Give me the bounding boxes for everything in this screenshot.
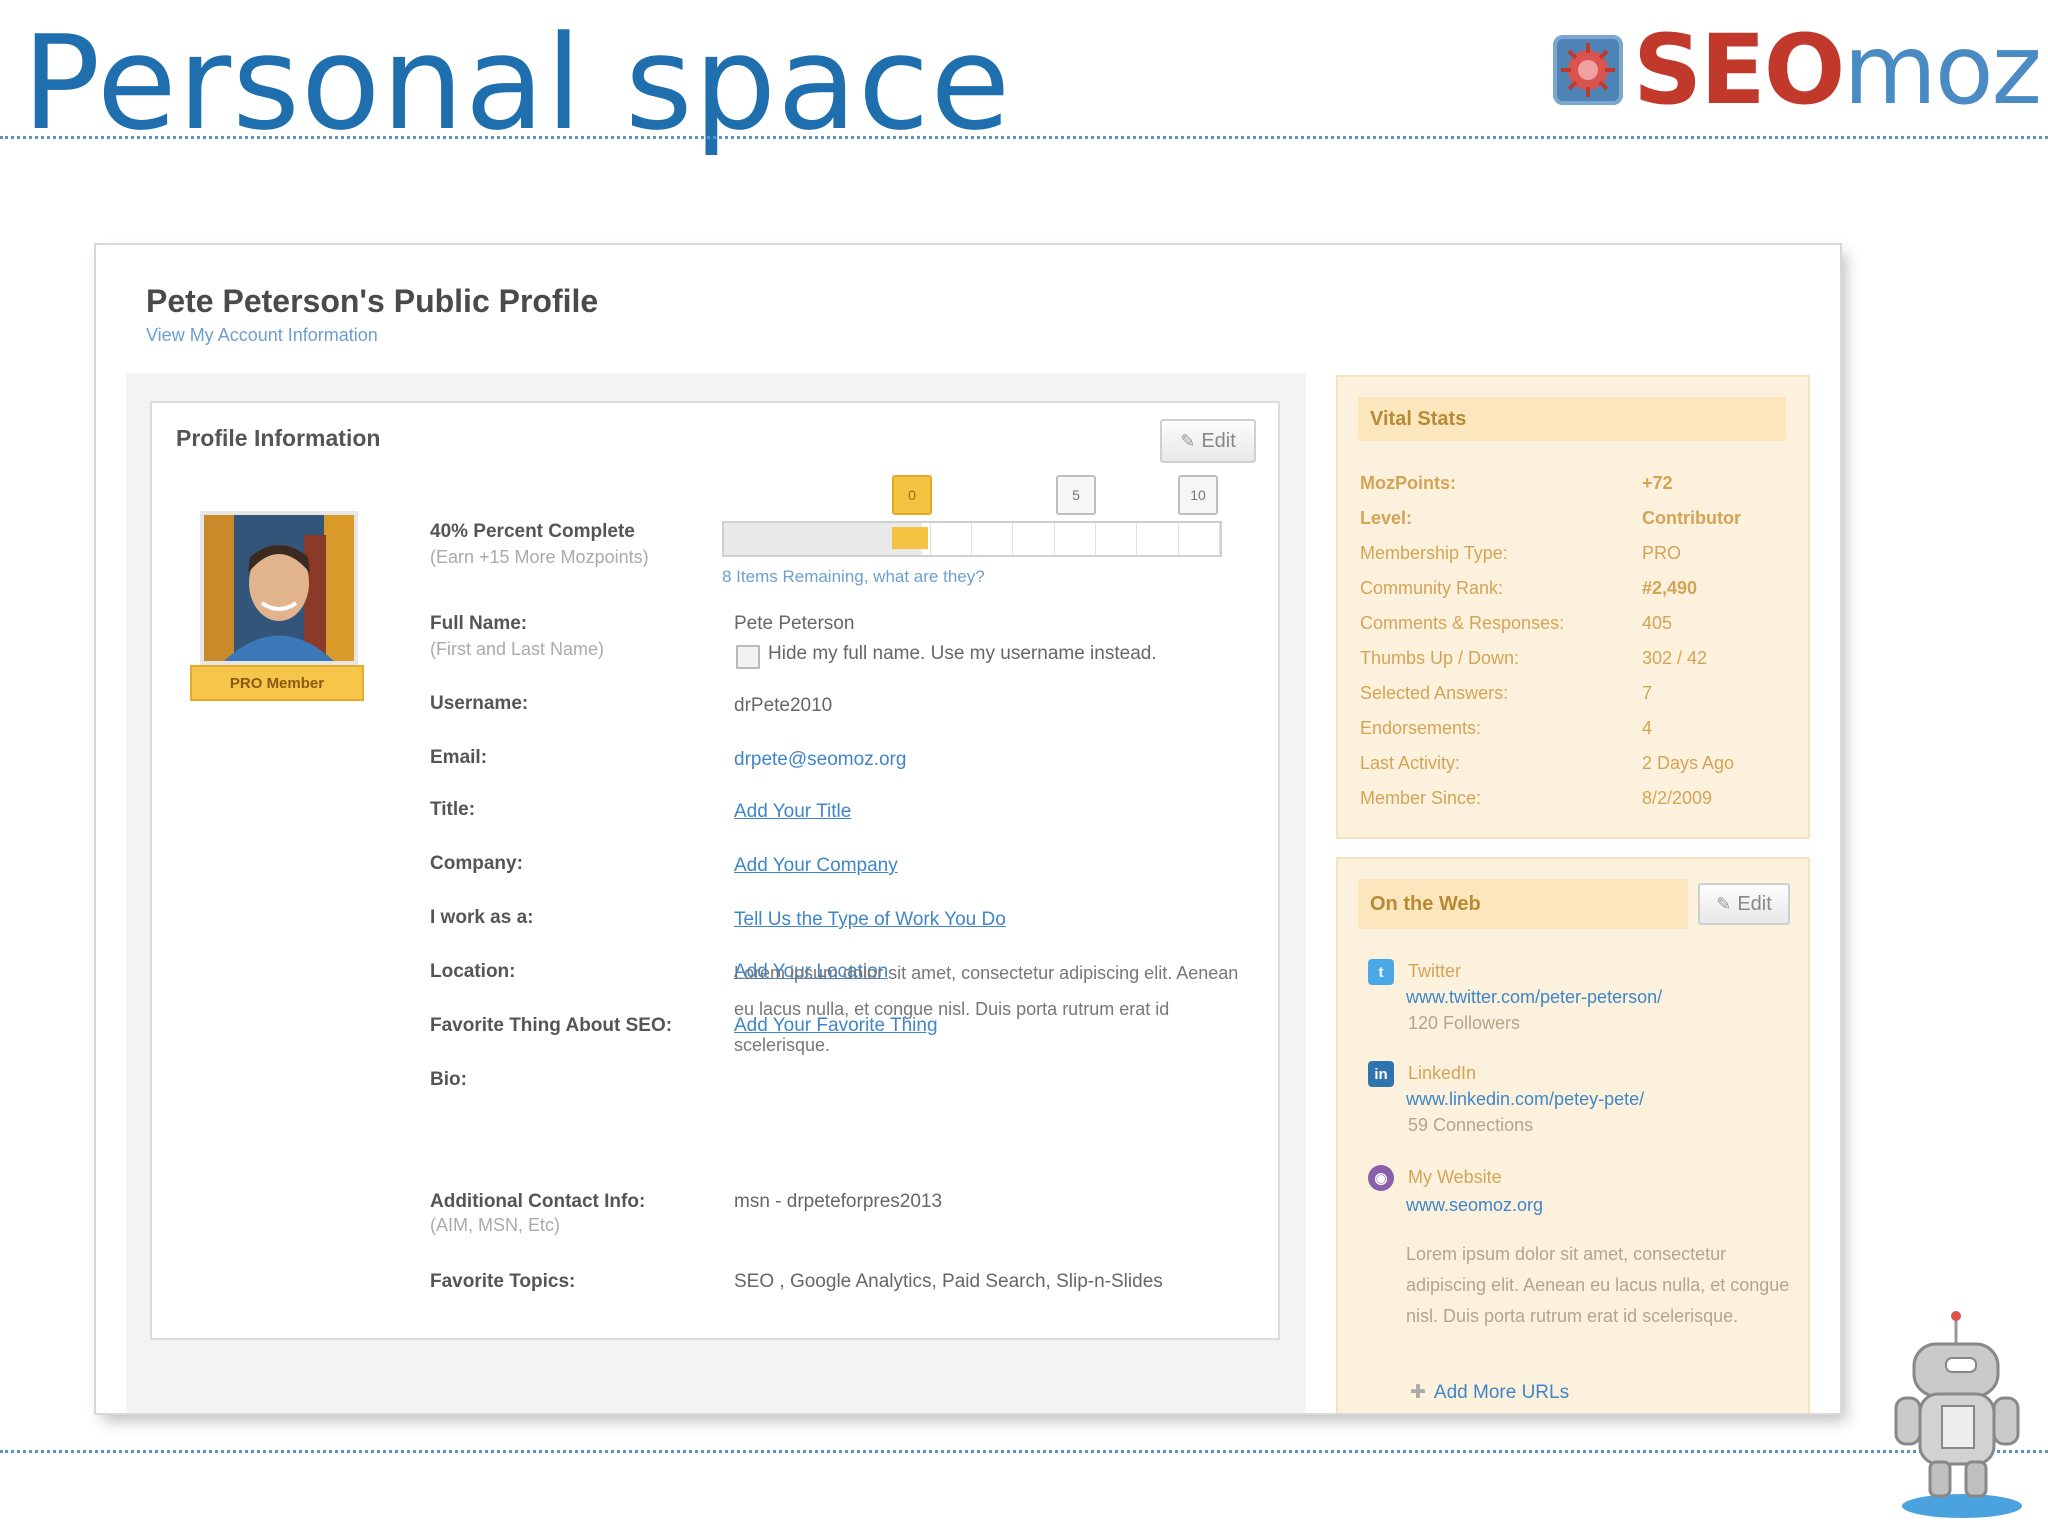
work-label: I work as a: xyxy=(430,907,534,928)
pro-member-badge: PRO Member xyxy=(190,665,364,701)
profile-main-area: Profile Information ✎ Edit PRO Member 40… xyxy=(126,373,1306,1413)
bio-label: Bio: xyxy=(430,1069,467,1090)
website-url-link[interactable]: www.seomoz.org xyxy=(1406,1195,1543,1216)
plus-icon: ✚ xyxy=(1410,1382,1426,1403)
stat-value: Contributor xyxy=(1642,508,1741,528)
pencil-icon: ✎ xyxy=(1716,893,1732,914)
topics-value: SEO , Google Analytics, Paid Search, Sli… xyxy=(734,1271,1163,1292)
progress-sublabel: (Earn +15 More Mozpoints) xyxy=(430,547,649,567)
vital-stats-title: Vital Stats xyxy=(1358,397,1786,441)
hide-name-checkbox[interactable] xyxy=(736,645,760,669)
work-type-link[interactable]: Tell Us the Type of Work You Do xyxy=(734,909,1006,931)
username-value: drPete2010 xyxy=(734,695,833,716)
stat-key: Comments & Responses: xyxy=(1360,613,1565,633)
stat-key: Last Activity: xyxy=(1360,753,1461,773)
add-more-urls-link[interactable]: ✚ Add More URLs xyxy=(1410,1381,1569,1404)
progress-marker-10: 10 xyxy=(1178,475,1218,515)
progress-marker-5: 5 xyxy=(1056,475,1096,515)
linkedin-url-link[interactable]: www.linkedin.com/petey-pete/ xyxy=(1406,1089,1644,1110)
add-title-link[interactable]: Add Your Title xyxy=(734,801,851,823)
add-more-urls-label: Add More URLs xyxy=(1433,1382,1570,1403)
slide-title: Personal space xyxy=(22,7,1012,159)
account-info-link[interactable]: View My Account Information xyxy=(146,325,378,346)
twitter-url-link[interactable]: www.twitter.com/peter-peterson/ xyxy=(1406,987,1662,1008)
pencil-icon: ✎ xyxy=(1180,430,1196,451)
title-label: Title: xyxy=(430,799,476,820)
stat-value: 4 xyxy=(1642,718,1653,738)
add-company-link[interactable]: Add Your Company xyxy=(734,855,898,877)
top-divider xyxy=(0,136,2048,139)
stat-key: Membership Type: xyxy=(1360,543,1508,563)
seomoz-logo-icon xyxy=(1553,35,1623,105)
stat-key: Level: xyxy=(1360,508,1413,528)
web-edit-label: Edit xyxy=(1737,892,1772,915)
stat-value: 405 xyxy=(1642,613,1673,633)
stat-key: Member Since: xyxy=(1360,788,1482,808)
items-remaining-link[interactable]: 8 Items Remaining, what are they? xyxy=(722,567,985,587)
username-label: Username: xyxy=(430,693,529,714)
logo-seo-text: SEO xyxy=(1633,14,1845,126)
on-the-web-title: On the Web xyxy=(1358,879,1688,929)
topics-label: Favorite Topics: xyxy=(430,1271,576,1292)
profile-information-title: Profile Information xyxy=(176,425,381,451)
twitter-name: Twitter xyxy=(1408,961,1462,981)
robot-mascot-icon xyxy=(1890,1310,2030,1520)
full-name-hint: (First and Last Name) xyxy=(430,639,605,659)
linkedin-connections: 59 Connections xyxy=(1408,1115,1534,1135)
website-icon: ◉ xyxy=(1368,1165,1394,1191)
website-name: My Website xyxy=(1408,1167,1502,1187)
email-link[interactable]: drpete@seomoz.org xyxy=(734,749,906,771)
contact-hint: (AIM, MSN, Etc) xyxy=(430,1215,560,1235)
progress-bar xyxy=(722,521,1222,557)
logo-moz-text: moz xyxy=(1843,14,2042,126)
stat-value: PRO xyxy=(1642,543,1682,563)
progress-label: 40% Percent Complete xyxy=(430,521,635,542)
bottom-divider xyxy=(0,1450,2048,1453)
favorite-thing-label: Favorite Thing About SEO: xyxy=(430,1015,673,1036)
stat-value: 2 Days Ago xyxy=(1642,753,1735,773)
location-label: Location: xyxy=(430,961,516,982)
stat-value: #2,490 xyxy=(1642,578,1698,598)
stat-value: 8/2/2009 xyxy=(1642,788,1713,808)
company-label: Company: xyxy=(430,853,523,874)
stat-key: Selected Answers: xyxy=(1360,683,1509,703)
web-edit-button[interactable]: ✎ Edit xyxy=(1698,883,1790,925)
profile-heading: Pete Peterson's Public Profile xyxy=(146,283,599,319)
stat-key: MozPoints: xyxy=(1360,473,1456,493)
full-name-value: Pete Peterson xyxy=(734,613,855,634)
hide-name-label: Hide my full name. Use my username inste… xyxy=(768,643,1157,664)
linkedin-icon: in xyxy=(1368,1061,1394,1087)
contact-label: Additional Contact Info: xyxy=(430,1191,646,1212)
full-name-label: Full Name: xyxy=(430,613,528,634)
stat-key: Community Rank: xyxy=(1360,578,1504,598)
stat-key: Thumbs Up / Down: xyxy=(1360,648,1520,668)
twitter-followers: 120 Followers xyxy=(1408,1013,1521,1033)
stat-value: +72 xyxy=(1642,473,1673,493)
seomoz-logo: SEOmoz xyxy=(1553,22,2042,118)
profile-edit-label: Edit xyxy=(1201,429,1236,452)
profile-edit-button[interactable]: ✎ Edit xyxy=(1160,419,1256,463)
avatar xyxy=(200,511,358,665)
profile-screenshot: Pete Peterson's Public Profile View My A… xyxy=(96,245,1840,1413)
twitter-icon: t xyxy=(1368,959,1394,985)
email-label: Email: xyxy=(430,747,488,768)
profile-information-card: Profile Information ✎ Edit PRO Member 40… xyxy=(150,401,1280,1340)
on-the-web-panel: On the Web ✎ Edit t Twitter www.twitter.… xyxy=(1336,857,1810,1413)
stat-key: Endorsements: xyxy=(1360,718,1482,738)
website-description: Lorem ipsum dolor sit amet, consectetur … xyxy=(1406,1244,1790,1326)
linkedin-name: LinkedIn xyxy=(1408,1063,1477,1083)
stat-value: 302 / 42 xyxy=(1642,648,1708,668)
progress-marker-0: 0 xyxy=(892,475,932,515)
stat-value: 7 xyxy=(1642,683,1653,703)
contact-value: msn - drpeteforpres2013 xyxy=(734,1191,943,1212)
vital-stats-panel: Vital Stats MozPoints: +72 Level: Contri… xyxy=(1336,375,1810,839)
bio-value: Lorem ipsum dolor sit amet, consectetur … xyxy=(734,963,1239,1055)
